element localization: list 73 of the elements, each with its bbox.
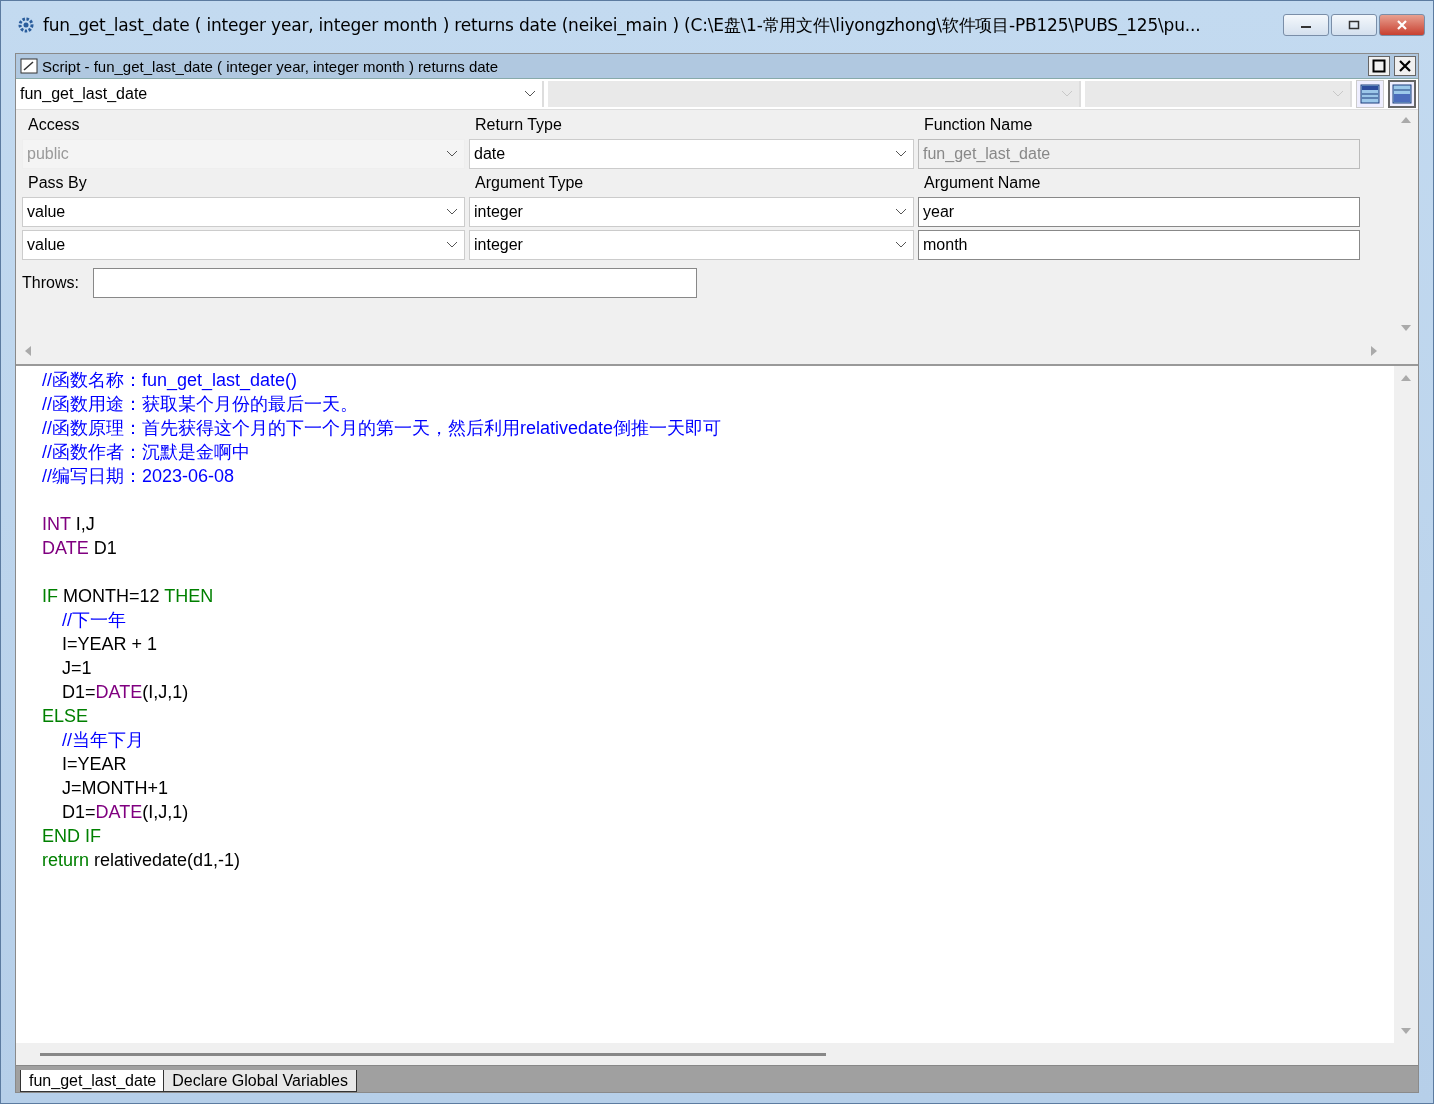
return-type-dropdown[interactable]: date xyxy=(469,139,914,169)
field-label: Pass By xyxy=(27,173,88,193)
chevron-icon xyxy=(446,241,458,249)
code-line: DATE D1 xyxy=(42,537,118,560)
code-line: INT I,J xyxy=(42,513,96,536)
editor-tab[interactable]: Declare Global Variables xyxy=(163,1070,357,1092)
argument-name-field[interactable]: month xyxy=(918,230,1360,260)
close-icon xyxy=(1396,20,1408,30)
dropdown-value: fun_get_last_date xyxy=(20,85,148,103)
code-line: I=YEAR + 1 xyxy=(61,633,159,656)
split-view-icon[interactable] xyxy=(1356,80,1385,108)
chevron-icon xyxy=(446,150,458,158)
maximize-icon xyxy=(1348,20,1360,30)
throws-label: Throws: xyxy=(22,274,79,292)
argument-type-dropdown[interactable]: integer xyxy=(469,230,914,260)
scroll-right-icon[interactable] xyxy=(1370,345,1378,357)
chevron-icon xyxy=(1060,90,1073,98)
throws-field[interactable] xyxy=(92,268,697,298)
field-label: Argument Name xyxy=(923,173,1042,193)
code-line: //下一年 xyxy=(61,609,127,632)
code-line: IF MONTH=12 THEN xyxy=(42,585,215,608)
close-button[interactable] xyxy=(1394,56,1416,76)
code-line: J=1 xyxy=(61,657,93,680)
argument-name-field[interactable]: year xyxy=(918,197,1360,227)
argument-type-dropdown[interactable]: integer xyxy=(469,197,914,227)
chevron-icon xyxy=(446,208,458,216)
close-icon xyxy=(1398,59,1412,73)
code-line: //函数用途：获取某个月份的最后一天。 xyxy=(42,393,359,416)
code-line: J=MONTH+1 xyxy=(61,777,170,800)
field-label: Function Name xyxy=(923,115,1034,135)
scroll-left-icon[interactable] xyxy=(24,345,32,357)
chevron-icon xyxy=(524,90,537,98)
code-line: ELSE xyxy=(42,705,90,728)
layout-view-icon[interactable] xyxy=(1388,80,1416,108)
code-line: //函数名称：fun_get_last_date() xyxy=(42,369,299,392)
scroll-up-icon[interactable] xyxy=(1400,116,1412,124)
code-line: //函数原理：首先获得这个月的下一个月的第一天，然后利用relativedate倒推一天即可 xyxy=(42,417,723,440)
code-line: D1=DATE(I,J,1) xyxy=(61,681,190,704)
window-title: fun_get_last_date ( integer year, integer month ) returns date (neikei_main ) (C:\E盘\1-常用文件\liyongzhong\软件项目-PB125\PUBS_125\pu... xyxy=(43,13,1202,37)
chevron-icon xyxy=(895,241,907,249)
code-line: D1=DATE(I,J,1) xyxy=(61,801,190,824)
editor-tab[interactable]: fun_get_last_date xyxy=(20,1070,166,1092)
code-line: //函数作者：沉默是金啊中 xyxy=(42,441,251,464)
maximize-button[interactable] xyxy=(1368,56,1390,76)
dropdown-value: value xyxy=(27,236,66,254)
code-line: //编写日期：2023-06-08 xyxy=(42,465,236,488)
script-icon xyxy=(20,58,38,74)
code-line: return relativedate(d1,-1) xyxy=(42,849,242,872)
dropdown-value: integer xyxy=(474,236,523,254)
maximize-icon xyxy=(1372,59,1386,73)
scroll-up-icon[interactable] xyxy=(1400,374,1412,382)
dropdown-value: date xyxy=(474,145,506,163)
chevron-icon xyxy=(895,208,907,216)
dropdown-value: integer xyxy=(474,203,523,221)
vertical-scrollbar[interactable] xyxy=(1394,366,1418,1043)
chevron-icon xyxy=(1332,90,1345,98)
pass-by-dropdown[interactable]: value xyxy=(22,197,465,227)
scroll-down-icon[interactable] xyxy=(1400,1027,1412,1035)
chevron-icon xyxy=(895,150,907,158)
code-line: END IF xyxy=(42,825,102,848)
field-label: Access xyxy=(27,115,81,135)
pass-by-dropdown[interactable]: value xyxy=(22,230,465,260)
code-line: I=YEAR xyxy=(61,753,128,776)
script-title: Script - fun_get_last_date ( integer year, integer month ) returns date xyxy=(42,57,499,75)
maximize-button[interactable] xyxy=(1331,14,1377,36)
dropdown-value: value xyxy=(27,203,66,221)
field-label: Argument Type xyxy=(474,173,585,193)
gear-icon xyxy=(17,16,35,34)
scroll-down-icon[interactable] xyxy=(1400,324,1412,332)
code-line: //当年下月 xyxy=(61,729,145,752)
field-label: Return Type xyxy=(474,115,563,135)
horizontal-scrollbar[interactable] xyxy=(40,1052,826,1056)
dropdown-value: public xyxy=(27,145,69,163)
